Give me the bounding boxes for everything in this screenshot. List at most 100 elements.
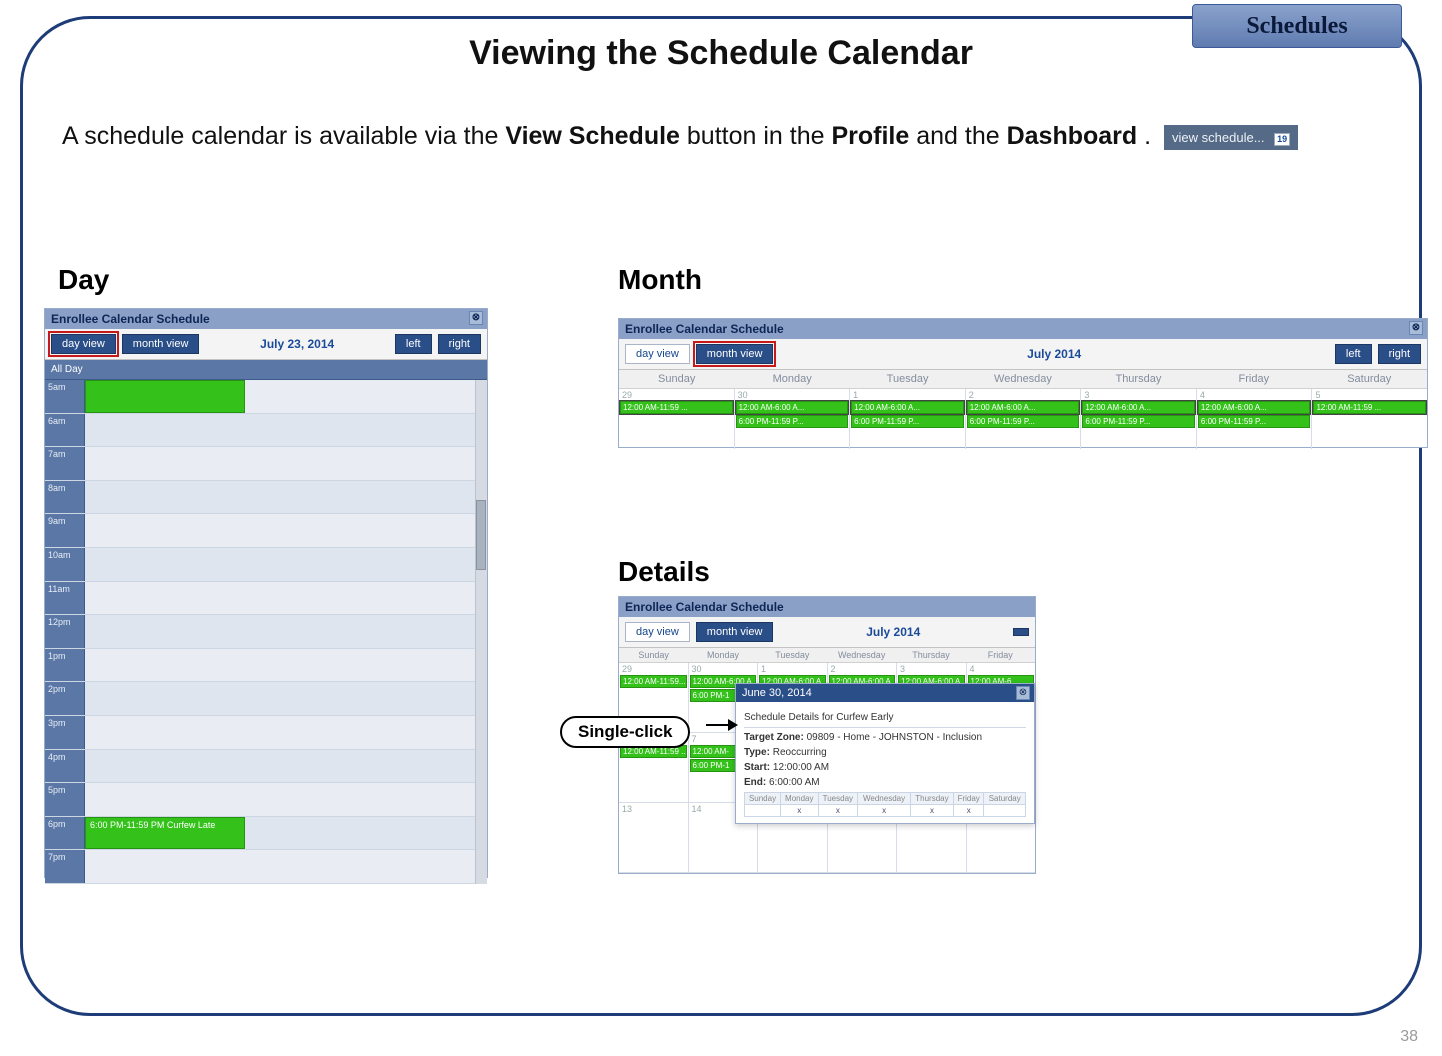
month-day-cell[interactable]: 2912:00 AM-11:59 ... bbox=[619, 389, 734, 449]
intro-bold2: Profile bbox=[831, 122, 909, 150]
event-block[interactable]: 12:00 AM-6:00 A... bbox=[1082, 401, 1195, 414]
close-icon[interactable]: ⊗ bbox=[1409, 321, 1423, 335]
details-pane-title-text: Enrollee Calendar Schedule bbox=[625, 600, 784, 614]
details-titlebar: Enrollee Calendar Schedule bbox=[619, 597, 1035, 617]
day-view-button[interactable]: day view bbox=[625, 622, 690, 642]
hour-cell[interactable] bbox=[85, 414, 487, 447]
hour-label: 9am bbox=[45, 514, 85, 547]
event-block[interactable]: 6:00 PM-11:59 P... bbox=[1198, 415, 1311, 428]
popup-day-value: x bbox=[953, 805, 984, 817]
all-day-row: All Day bbox=[45, 360, 487, 380]
hour-label: 2pm bbox=[45, 682, 85, 715]
month-view-button[interactable]: month view bbox=[696, 622, 774, 642]
event-block[interactable]: 12:00 AM-6:00 A... bbox=[1198, 401, 1311, 414]
event-block[interactable]: 6:00 PM-11:59 P... bbox=[851, 415, 964, 428]
close-icon[interactable]: ⊗ bbox=[1016, 686, 1030, 700]
weekday-header-cell: Wednesday bbox=[827, 648, 896, 662]
event-block-5am[interactable] bbox=[85, 380, 245, 413]
nav-left-button[interactable]: left bbox=[395, 334, 432, 354]
hour-cell[interactable] bbox=[85, 716, 487, 749]
hour-label: 5am bbox=[45, 380, 85, 413]
hour-row: 11am bbox=[45, 582, 487, 616]
hour-cell[interactable] bbox=[85, 582, 487, 615]
day-number: 30 bbox=[690, 664, 757, 674]
hour-cell[interactable] bbox=[85, 850, 487, 883]
popup-titlebar: June 30, 2014 ⊗ bbox=[736, 684, 1034, 702]
intro-part4: . bbox=[1144, 122, 1151, 150]
month-day-cell[interactable]: 212:00 AM-6:00 A...6:00 PM-11:59 P... bbox=[965, 389, 1081, 449]
scrollbar-thumb[interactable] bbox=[476, 500, 486, 570]
hour-cell[interactable] bbox=[85, 514, 487, 547]
event-block[interactable]: 12:00 AM-6:00 A... bbox=[736, 401, 849, 414]
hour-label: 11am bbox=[45, 582, 85, 615]
weekday-header-cell: Friday bbox=[966, 648, 1035, 662]
popup-start: Start: 12:00:00 AM bbox=[744, 762, 1026, 773]
day-view-button[interactable]: day view bbox=[625, 344, 690, 364]
month-day-cell[interactable]: 3012:00 AM-6:00 A...6:00 PM-11:59 P... bbox=[734, 389, 850, 449]
month-events-row: 2912:00 AM-11:59 ...3012:00 AM-6:00 A...… bbox=[619, 389, 1427, 449]
nav-unknown-button[interactable] bbox=[1013, 628, 1029, 636]
details-title-label: July 2014 bbox=[866, 625, 920, 639]
event-block[interactable]: 12:00 AM-11:59 ... bbox=[1313, 401, 1426, 414]
event-block[interactable]: 12:00 AM-11:59... bbox=[620, 675, 687, 688]
hour-cell[interactable] bbox=[85, 750, 487, 783]
month-day-cell[interactable]: 512:00 AM-11:59 ... bbox=[1311, 389, 1427, 449]
month-day-cell[interactable]: 312:00 AM-6:00 A...6:00 PM-11:59 P... bbox=[1080, 389, 1196, 449]
day-view-button[interactable]: day view bbox=[51, 334, 116, 354]
day-scroll-area[interactable]: 5am6am7am8am9am10am11am12pm1pm2pm3pm4pm5… bbox=[45, 380, 487, 884]
hour-cell[interactable] bbox=[85, 548, 487, 581]
hour-row: 9am bbox=[45, 514, 487, 548]
month-toolbar: day view month view July 2014 left right bbox=[619, 339, 1427, 370]
hour-cell[interactable] bbox=[85, 447, 487, 480]
view-schedule-button[interactable]: view schedule... 19 bbox=[1164, 125, 1298, 151]
details-day-cell[interactable]: 13 bbox=[619, 803, 688, 872]
popup-day-header: Wednesday bbox=[858, 793, 911, 805]
month-day-cell[interactable]: 412:00 AM-6:00 A...6:00 PM-11:59 P... bbox=[1196, 389, 1312, 449]
hour-cell[interactable] bbox=[85, 682, 487, 715]
hour-row: 7am bbox=[45, 447, 487, 481]
popup-date: June 30, 2014 bbox=[742, 687, 812, 699]
day-number: 1 bbox=[759, 664, 826, 674]
day-number: 5 bbox=[1313, 390, 1426, 400]
month-weekday-header: SundayMondayTuesdayWednesdayThursdayFrid… bbox=[619, 370, 1427, 389]
month-view-button[interactable]: month view bbox=[696, 344, 774, 364]
hour-label: 7pm bbox=[45, 850, 85, 883]
hour-row: 12pm bbox=[45, 615, 487, 649]
month-view-button[interactable]: month view bbox=[122, 334, 200, 354]
month-pane-title-text: Enrollee Calendar Schedule bbox=[625, 322, 784, 336]
day-view-pane: Enrollee Calendar Schedule ⊗ day view mo… bbox=[44, 308, 488, 878]
hour-cell[interactable] bbox=[85, 615, 487, 648]
hour-cell[interactable] bbox=[85, 783, 487, 816]
hour-label: 7am bbox=[45, 447, 85, 480]
hour-row: 6am bbox=[45, 414, 487, 448]
nav-right-button[interactable]: right bbox=[1378, 344, 1421, 364]
hour-cell[interactable] bbox=[85, 481, 487, 514]
popup-type: Type: Reoccurring bbox=[744, 747, 1026, 758]
popup-day-value: x bbox=[858, 805, 911, 817]
event-block[interactable]: 6:00 PM-11:59 P... bbox=[967, 415, 1080, 428]
nav-right-button[interactable]: right bbox=[438, 334, 481, 354]
event-block[interactable]: 6:00 PM-11:59 P... bbox=[1082, 415, 1195, 428]
hour-row: 2pm bbox=[45, 682, 487, 716]
weekday-header-cell: Saturday bbox=[1312, 370, 1427, 388]
month-day-cell[interactable]: 112:00 AM-6:00 A...6:00 PM-11:59 P... bbox=[849, 389, 965, 449]
close-icon[interactable]: ⊗ bbox=[469, 311, 483, 325]
start-value: 12:00:00 AM bbox=[773, 762, 829, 773]
schedule-details-popup: June 30, 2014 ⊗ Schedule Details for Cur… bbox=[735, 683, 1035, 824]
event-block[interactable]: 12:00 AM-6:00 A... bbox=[851, 401, 964, 414]
target-zone-value: 09809 - Home - JOHNSTON - Inclusion bbox=[807, 732, 982, 743]
event-block[interactable]: 12:00 AM-11:59 ... bbox=[620, 401, 733, 414]
scrollbar[interactable] bbox=[475, 380, 487, 884]
weekday-header-cell: Friday bbox=[1196, 370, 1311, 388]
event-block-6pm[interactable]: 6:00 PM-11:59 PM Curfew Late bbox=[85, 817, 245, 849]
hour-row: 3pm bbox=[45, 716, 487, 750]
weekday-header-cell: Sunday bbox=[619, 370, 734, 388]
event-block[interactable]: 6:00 PM-11:59 P... bbox=[736, 415, 849, 428]
event-block[interactable]: 12:00 AM-6:00 A... bbox=[967, 401, 1080, 414]
section-day-label: Day bbox=[58, 264, 109, 296]
hour-cell[interactable] bbox=[85, 649, 487, 682]
day-number: 1 bbox=[851, 390, 964, 400]
day-number: 4 bbox=[1198, 390, 1311, 400]
nav-left-button[interactable]: left bbox=[1335, 344, 1372, 364]
pane-titlebar: Enrollee Calendar Schedule ⊗ bbox=[45, 309, 487, 329]
